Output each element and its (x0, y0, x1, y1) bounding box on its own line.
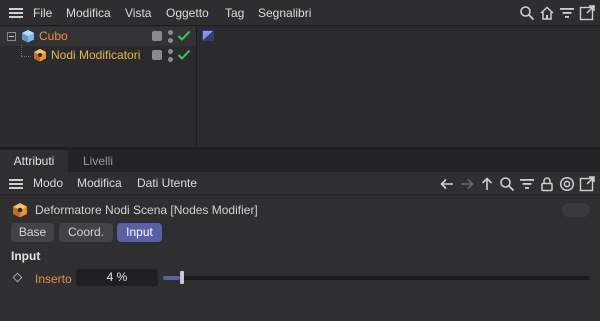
menu-segnalibri[interactable]: Segnalibri (258, 6, 311, 20)
lock-icon[interactable] (539, 176, 555, 192)
search-icon[interactable] (519, 5, 535, 21)
tab-base[interactable]: Base (11, 223, 54, 242)
search-icon[interactable] (499, 176, 515, 192)
section-title: Input (11, 249, 41, 263)
enabled-check-icon[interactable] (177, 49, 191, 61)
nodes-modifier-icon (12, 202, 28, 218)
inserto-slider[interactable] (163, 276, 590, 280)
expand-icon[interactable] (579, 176, 595, 192)
edit-mode-icon[interactable] (152, 50, 162, 60)
nodes-modifier-icon (33, 48, 47, 62)
attribute-manager-tabs: Attributi Livelli (0, 150, 600, 172)
object-enable-toggle[interactable] (562, 203, 590, 217)
slider-fill (163, 276, 180, 280)
menu-modo[interactable]: Modo (33, 176, 63, 190)
tab-coord[interactable]: Coord. (59, 223, 113, 242)
menu-dati-utente[interactable]: Dati Utente (137, 176, 197, 190)
cube-icon (21, 29, 35, 43)
menu-oggetto[interactable]: Oggetto (166, 6, 209, 20)
object-name-cubo[interactable]: Cubo (39, 29, 68, 43)
expand-icon[interactable] (579, 5, 595, 21)
arrow-forward-icon[interactable] (459, 176, 475, 192)
menu-vista[interactable]: Vista (125, 6, 151, 20)
object-title: Deformatore Nodi Scena [Nodes Modifier] (35, 203, 258, 217)
object-row-cubo[interactable]: Cubo (0, 27, 196, 46)
edit-mode-icon[interactable] (152, 31, 162, 41)
render-visibility-dot[interactable] (168, 57, 173, 62)
object-manager-menubar: File Modifica Vista Oggetto Tag Segnalib… (0, 0, 600, 26)
enabled-check-icon[interactable] (177, 30, 191, 42)
arrow-back-icon[interactable] (439, 176, 455, 192)
attribute-panel: Deformatore Nodi Scena [Nodes Modifier] … (0, 196, 600, 321)
filter-icon[interactable] (559, 5, 575, 21)
arrow-up-icon[interactable] (479, 176, 495, 192)
attribute-manager-toolbar: Modo Modifica Dati Utente (0, 172, 600, 195)
render-visibility-dot[interactable] (168, 38, 173, 43)
tab-livelli[interactable]: Livelli (68, 150, 128, 172)
object-name-nodi-modificatori[interactable]: Nodi Modificatori (51, 48, 140, 62)
object-row-nodi-modificatori[interactable]: Nodi Modificatori (0, 46, 196, 65)
slider-knob[interactable] (180, 271, 184, 284)
tab-attributi[interactable]: Attributi (0, 150, 68, 172)
hamburger-menu-icon[interactable] (8, 5, 24, 21)
tab-input[interactable]: Input (117, 223, 162, 242)
menu-tag[interactable]: Tag (225, 6, 244, 20)
filter-icon[interactable] (519, 176, 535, 192)
target-icon[interactable] (559, 176, 575, 192)
inserto-value-field[interactable]: 4 % (76, 269, 158, 286)
tag-column (196, 27, 600, 147)
object-tree: Cubo Nodi Modificatori (0, 27, 196, 147)
editor-visibility-dot[interactable] (168, 30, 173, 35)
hamburger-menu-icon[interactable] (8, 176, 24, 192)
menu-modifica[interactable]: Modifica (77, 176, 122, 190)
collapse-toggle-icon[interactable] (7, 32, 16, 41)
menu-file[interactable]: File (33, 6, 52, 20)
param-label-inserto: Inserto (35, 272, 72, 286)
menu-modifica[interactable]: Modifica (66, 6, 111, 20)
keyframe-diamond-icon[interactable] (12, 272, 23, 283)
tag-flag-icon[interactable] (201, 29, 215, 42)
home-icon[interactable] (539, 5, 555, 21)
editor-visibility-dot[interactable] (168, 49, 173, 54)
